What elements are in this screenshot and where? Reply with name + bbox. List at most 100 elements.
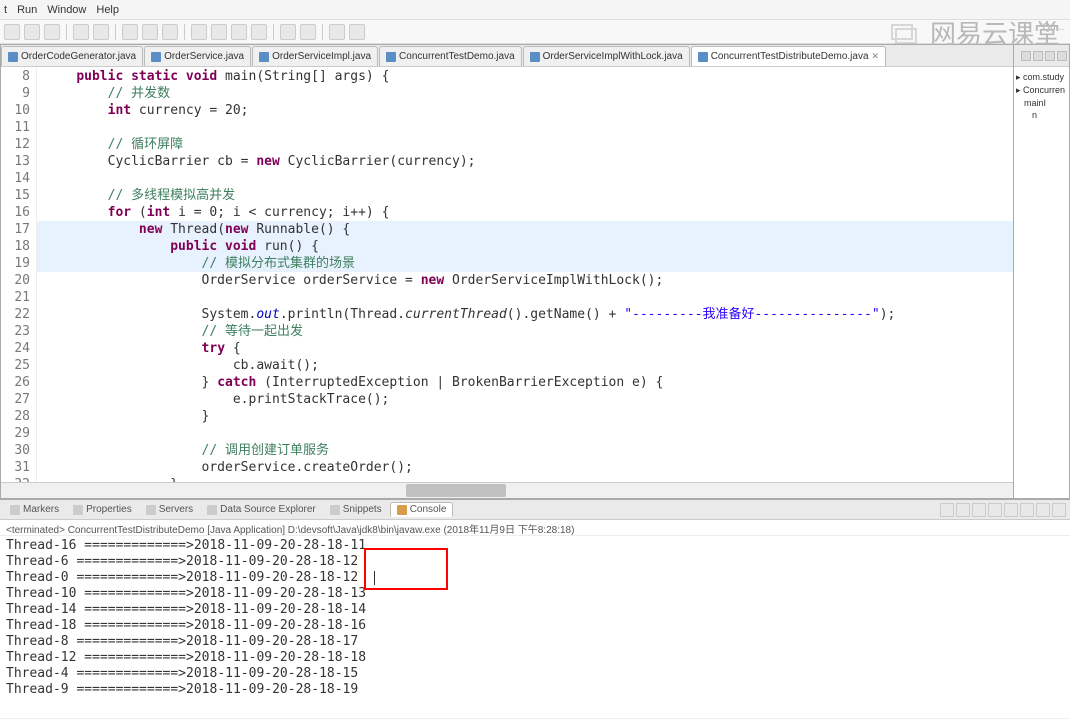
console-toolbar-button[interactable] — [988, 503, 1002, 517]
editor-tab[interactable]: OrderServiceImpl.java — [252, 46, 378, 66]
editor-tab[interactable]: OrderCodeGenerator.java — [1, 46, 143, 66]
save-all-button[interactable] — [44, 24, 60, 40]
menu-window[interactable]: Window — [47, 4, 86, 16]
tab-label: Snippets — [343, 504, 382, 515]
bottom-tab-snippets[interactable]: Snippets — [324, 503, 388, 516]
console-line: Thread-0 =============>2018-11-09-20-28-… — [6, 570, 1064, 586]
menu-run[interactable]: Run — [17, 4, 37, 16]
menu-t[interactable]: t — [4, 4, 7, 16]
bottom-tab-console[interactable]: Console — [390, 502, 454, 517]
console-line: Thread-14 =============>2018-11-09-20-28… — [6, 602, 1064, 618]
console-line: Thread-18 =============>2018-11-09-20-28… — [6, 618, 1064, 634]
main-toolbar — [0, 20, 1070, 44]
outline-item[interactable]: ▸ com.study — [1016, 71, 1067, 84]
menu-bar: t Run Window Help — [0, 0, 1070, 20]
console-line: Thread-8 =============>2018-11-09-20-28-… — [6, 634, 1064, 650]
java-file-icon — [530, 52, 540, 62]
tab-label: ConcurrentTestDistributeDemo.java — [711, 51, 869, 62]
console-toolbar-button[interactable] — [1020, 503, 1034, 517]
tab-icon — [146, 505, 156, 515]
tab-icon — [397, 505, 407, 515]
tab-icon — [73, 505, 83, 515]
java-file-icon — [698, 52, 708, 62]
console-line: Thread-16 =============>2018-11-09-20-28… — [6, 538, 1064, 554]
java-file-icon — [151, 52, 161, 62]
console-toolbar-button[interactable] — [1052, 503, 1066, 517]
tab-label: Properties — [86, 504, 132, 515]
run-button[interactable] — [93, 24, 109, 40]
tool-button[interactable] — [231, 24, 247, 40]
bottom-tab-data-source-explorer[interactable]: Data Source Explorer — [201, 503, 322, 516]
tab-label: OrderServiceImpl.java — [272, 51, 371, 62]
close-icon[interactable]: ✕ — [872, 51, 880, 62]
editor-tab[interactable]: ConcurrentTestDemo.java — [379, 46, 522, 66]
editor-tabs: OrderCodeGenerator.java OrderService.java… — [1, 45, 1013, 67]
bottom-tab-properties[interactable]: Properties — [67, 503, 138, 516]
tab-label: OrderCodeGenerator.java — [21, 51, 136, 62]
save-button[interactable] — [24, 24, 40, 40]
console-info: <terminated> ConcurrentTestDistributeDem… — [0, 520, 1070, 536]
console-line: Thread-4 =============>2018-11-09-20-28-… — [6, 666, 1064, 682]
outline-item[interactable]: mainI — [1016, 97, 1067, 109]
editor-tab[interactable]: ConcurrentTestDistributeDemo.java✕ — [691, 46, 886, 66]
tab-icon — [10, 505, 20, 515]
console-line: Thread-6 =============>2018-11-09-20-28-… — [6, 554, 1064, 570]
outline-btn[interactable] — [1045, 51, 1055, 61]
tool-button[interactable] — [162, 24, 178, 40]
tab-label: OrderServiceImplWithLock.java — [543, 51, 683, 62]
java-file-icon — [259, 52, 269, 62]
editor-area: OrderCodeGenerator.java OrderService.java… — [0, 44, 1014, 499]
outline-toolbar — [1014, 45, 1069, 67]
console-toolbar-button[interactable] — [1036, 503, 1050, 517]
bottom-tab-markers[interactable]: Markers — [4, 503, 65, 516]
tool-button[interactable] — [142, 24, 158, 40]
editor-tab[interactable]: OrderServiceImplWithLock.java — [523, 46, 690, 66]
tab-label: Markers — [23, 504, 59, 515]
menu-help[interactable]: Help — [96, 4, 119, 16]
console-toolbar-button[interactable] — [956, 503, 970, 517]
tab-label: ConcurrentTestDemo.java — [399, 51, 515, 62]
code-text[interactable]: public static void main(String[] args) {… — [37, 67, 1013, 482]
outline-btn[interactable] — [1021, 51, 1031, 61]
horizontal-scrollbar[interactable] — [1, 482, 1013, 498]
console-output[interactable]: Thread-16 =============>2018-11-09-20-28… — [0, 536, 1070, 718]
quick-access[interactable]: Qu... — [1042, 22, 1064, 33]
main-area: OrderCodeGenerator.java OrderService.java… — [0, 44, 1070, 499]
console-toolbar-button[interactable] — [972, 503, 986, 517]
console-toolbar-button[interactable] — [940, 503, 954, 517]
tool-button[interactable] — [191, 24, 207, 40]
outline-btn[interactable] — [1033, 51, 1043, 61]
tool-button[interactable] — [122, 24, 138, 40]
tab-label: Console — [410, 504, 447, 515]
console-line: Thread-10 =============>2018-11-09-20-28… — [6, 586, 1064, 602]
line-gutter: 8910111213141516171819202122232425262728… — [1, 67, 37, 482]
tab-icon — [207, 505, 217, 515]
outline-panel: ▸ com.study▸ ConcurrenmainIn — [1014, 44, 1070, 499]
tool-button[interactable] — [280, 24, 296, 40]
debug-button[interactable] — [73, 24, 89, 40]
bottom-tab-servers[interactable]: Servers — [140, 503, 199, 516]
tab-label: Servers — [159, 504, 193, 515]
bottom-tabs: Markers Properties Servers Data Source Expl… — [0, 500, 1070, 520]
scroll-thumb[interactable] — [406, 484, 506, 497]
tool-button[interactable] — [251, 24, 267, 40]
java-file-icon — [8, 52, 18, 62]
outline-tree[interactable]: ▸ com.study▸ ConcurrenmainIn — [1014, 67, 1069, 125]
outline-item[interactable]: n — [1016, 109, 1067, 121]
console-line: Thread-12 =============>2018-11-09-20-28… — [6, 650, 1064, 666]
code-editor[interactable]: 8910111213141516171819202122232425262728… — [1, 67, 1013, 482]
console-toolbar-button[interactable] — [1004, 503, 1018, 517]
outline-btn[interactable] — [1057, 51, 1067, 61]
outline-item[interactable]: ▸ Concurren — [1016, 84, 1067, 97]
tab-icon — [330, 505, 340, 515]
forward-button[interactable] — [349, 24, 365, 40]
back-button[interactable] — [329, 24, 345, 40]
tool-button[interactable] — [300, 24, 316, 40]
new-button[interactable] — [4, 24, 20, 40]
editor-tab[interactable]: OrderService.java — [144, 46, 251, 66]
bottom-panel: Markers Properties Servers Data Source Expl… — [0, 499, 1070, 718]
tab-label: Data Source Explorer — [220, 504, 316, 515]
tab-label: OrderService.java — [164, 51, 244, 62]
tool-button[interactable] — [211, 24, 227, 40]
java-file-icon — [386, 52, 396, 62]
